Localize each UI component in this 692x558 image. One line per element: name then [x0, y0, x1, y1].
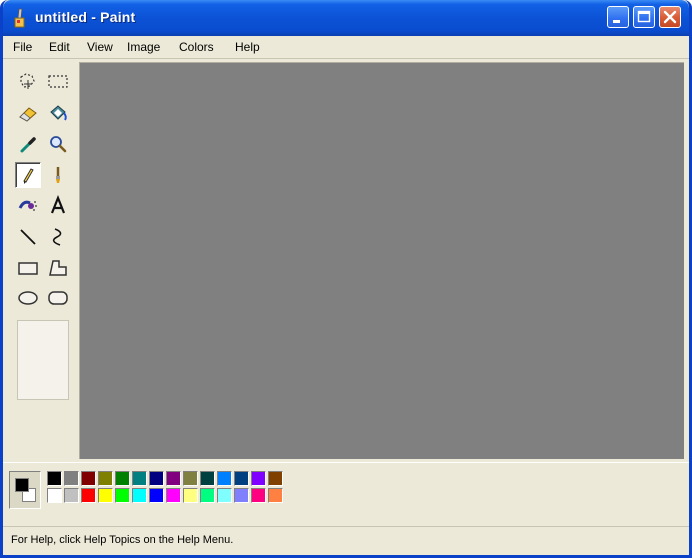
- palette-swatch[interactable]: [166, 488, 181, 503]
- palette-swatch[interactable]: [98, 488, 113, 503]
- tool-text[interactable]: [45, 193, 71, 219]
- palette-swatch[interactable]: [81, 471, 96, 486]
- palette-swatch[interactable]: [268, 488, 283, 503]
- tool-options-box[interactable]: [17, 320, 69, 400]
- curve-icon: [52, 228, 62, 246]
- tool-pencil[interactable]: [15, 162, 41, 188]
- pencil-icon: [23, 168, 34, 184]
- close-icon: [663, 10, 677, 24]
- tool-free-form-select[interactable]: [15, 68, 41, 94]
- palette-swatch[interactable]: [64, 488, 79, 503]
- current-colors-indicator[interactable]: [9, 471, 41, 509]
- palette-swatch[interactable]: [251, 471, 266, 486]
- eyedropper-icon: [20, 137, 36, 153]
- palette-swatch[interactable]: [183, 471, 198, 486]
- palette-swatch[interactable]: [47, 471, 62, 486]
- foreground-color-swatch[interactable]: [15, 478, 29, 492]
- window-title: untitled - Paint: [35, 9, 136, 25]
- palette-swatch[interactable]: [268, 471, 283, 486]
- tool-rectangle[interactable]: [15, 255, 41, 281]
- palette-swatch[interactable]: [166, 471, 181, 486]
- palette-swatch[interactable]: [217, 488, 232, 503]
- tool-curve[interactable]: [45, 224, 71, 250]
- palette-swatch[interactable]: [81, 488, 96, 503]
- status-text: For Help, click Help Topics on the Help …: [11, 534, 234, 546]
- brush-icon: [56, 167, 60, 183]
- tool-ellipse[interactable]: [15, 285, 41, 311]
- drawing-canvas[interactable]: [79, 62, 684, 459]
- tool-eraser[interactable]: [15, 100, 41, 126]
- menu-bar: File Edit View Image Colors Help: [3, 36, 689, 59]
- maximize-button[interactable]: [633, 6, 655, 28]
- text-icon: [50, 195, 66, 214]
- menu-image[interactable]: Image: [127, 40, 160, 54]
- close-button[interactable]: [659, 6, 681, 28]
- tool-polygon[interactable]: [45, 255, 71, 281]
- tool-brush[interactable]: [45, 162, 71, 188]
- palette-swatch[interactable]: [234, 488, 249, 503]
- palette-swatch[interactable]: [132, 488, 147, 503]
- magnifier-icon: [50, 136, 67, 153]
- palette-swatch[interactable]: [149, 488, 164, 503]
- tool-line[interactable]: [15, 224, 41, 250]
- palette-swatch[interactable]: [47, 488, 62, 503]
- paint-app-icon[interactable]: [11, 8, 29, 28]
- paint-window: untitled - Paint File Edit View Image Co…: [0, 0, 692, 558]
- rounded-rect-icon: [48, 291, 68, 305]
- menu-help[interactable]: Help: [235, 40, 260, 54]
- palette-swatch[interactable]: [183, 488, 198, 503]
- toolbox: [7, 62, 77, 462]
- tool-rounded-rectangle[interactable]: [45, 285, 71, 311]
- color-box: [3, 462, 689, 523]
- line-icon: [20, 229, 36, 245]
- palette-swatch[interactable]: [149, 471, 164, 486]
- palette-swatch[interactable]: [251, 488, 266, 503]
- palette-swatch[interactable]: [64, 471, 79, 486]
- palette-swatch[interactable]: [200, 488, 215, 503]
- palette-swatch[interactable]: [115, 471, 130, 486]
- free-select-icon: [20, 73, 35, 89]
- maximize-icon: [637, 10, 651, 23]
- ellipse-icon: [18, 291, 38, 305]
- palette-swatch[interactable]: [217, 471, 232, 486]
- tool-fill-with-color[interactable]: [45, 100, 71, 126]
- palette-swatch[interactable]: [234, 471, 249, 486]
- rectangle-icon: [18, 262, 38, 275]
- eraser-icon: [19, 107, 37, 122]
- tool-airbrush[interactable]: [15, 193, 41, 219]
- menu-edit[interactable]: Edit: [49, 40, 70, 54]
- tool-select[interactable]: [45, 68, 71, 94]
- minimize-button[interactable]: [607, 6, 629, 28]
- menu-view[interactable]: View: [87, 40, 113, 54]
- title-bar[interactable]: untitled - Paint: [3, 0, 689, 36]
- palette-swatch[interactable]: [200, 471, 215, 486]
- status-bar: For Help, click Help Topics on the Help …: [3, 526, 689, 555]
- palette-swatch[interactable]: [98, 471, 113, 486]
- rect-select-icon: [48, 75, 68, 88]
- paint-bucket-icon: [50, 105, 67, 121]
- airbrush-icon: [18, 200, 37, 211]
- tool-magnifier[interactable]: [45, 131, 71, 157]
- palette-swatch[interactable]: [115, 488, 130, 503]
- tool-pick-color[interactable]: [15, 131, 41, 157]
- minimize-icon: [613, 20, 620, 23]
- menu-file[interactable]: File: [13, 40, 32, 54]
- palette-swatch[interactable]: [132, 471, 147, 486]
- polygon-icon: [49, 260, 67, 276]
- menu-colors[interactable]: Colors: [179, 40, 214, 54]
